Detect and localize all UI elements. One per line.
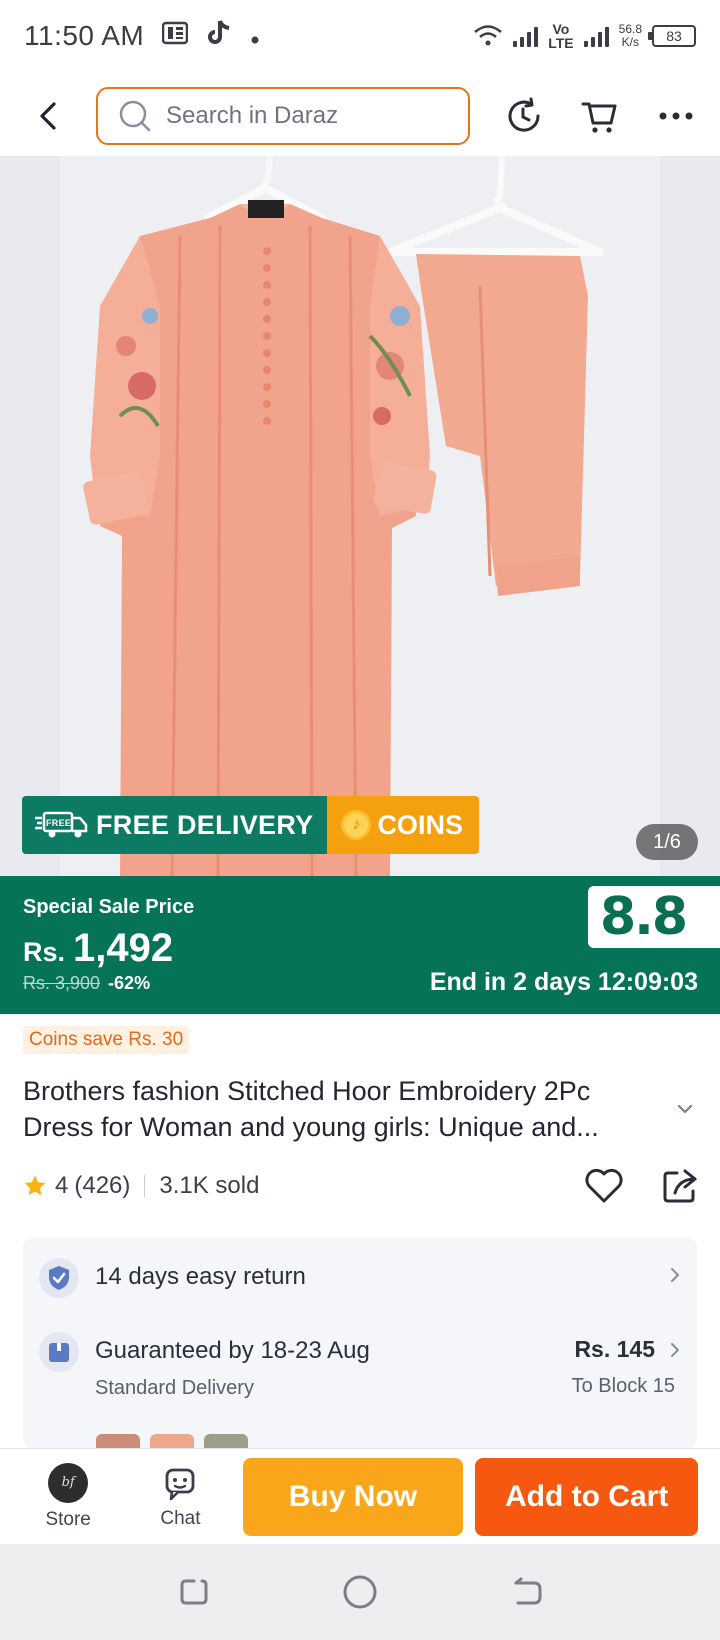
rating-count[interactable]: (426) — [74, 1172, 130, 1200]
buy-now-button[interactable]: Buy Now — [242, 1457, 464, 1536]
cart-button[interactable] — [562, 80, 638, 152]
delivery-type: Standard Delivery — [95, 1377, 254, 1399]
product-photo — [60, 156, 660, 876]
variant-thumbnail[interactable] — [96, 1434, 140, 1448]
volte-indicator: Vo LTE — [548, 21, 574, 51]
product-image-carousel[interactable]: FREE FREE DELIVERY ♪ COINS 1/6 — [0, 156, 720, 876]
history-icon — [508, 97, 540, 132]
expand-title-button[interactable] — [673, 1097, 697, 1121]
system-nav-bar — [0, 1544, 720, 1640]
return-shield-icon — [39, 1258, 79, 1298]
image-counter: 1/6 — [636, 824, 698, 860]
recent-apps-button[interactable] — [163, 1562, 223, 1622]
chat-button[interactable]: Chat — [124, 1464, 236, 1530]
cart-icon — [581, 102, 617, 133]
coins-label: COINS — [377, 809, 463, 840]
price-currency: Rs. — [23, 937, 66, 967]
add-to-cart-button[interactable]: Add to Cart — [475, 1457, 698, 1536]
delivery-box-icon — [39, 1332, 79, 1372]
variant-thumbnails[interactable] — [96, 1434, 248, 1448]
delivery-fee: Rs. 145 — [574, 1336, 655, 1362]
search-input[interactable]: Search in Daraz — [96, 87, 470, 145]
signal-strength-2-icon — [583, 25, 609, 47]
status-time: 11:50 AM — [24, 20, 145, 51]
return-policy-label: 14 days easy return — [95, 1263, 306, 1290]
news-app-icon — [161, 20, 189, 52]
network-speed: 56.8 K/s — [619, 23, 642, 49]
coins-save-tag: Coins save Rs. 30 — [23, 1026, 190, 1054]
coins-badge: ♪ COINS — [327, 796, 479, 854]
price-banner: Special Sale Price Rs. 1,492 Rs. 3,900 -… — [0, 876, 720, 1014]
variant-thumbnail[interactable] — [150, 1434, 194, 1448]
delivery-location: To Block 15 — [571, 1375, 675, 1397]
store-avatar: bf — [48, 1462, 89, 1503]
chevron-left-icon — [40, 102, 56, 130]
notification-dot-icon — [250, 20, 260, 52]
delivery-row[interactable]: Guaranteed by 18-23 Aug Standard Deliver… — [23, 1332, 697, 1400]
back-nav-button[interactable] — [497, 1562, 557, 1622]
more-horizontal-icon — [659, 112, 693, 120]
battery-indicator: 83 — [648, 25, 696, 47]
original-price-row: Rs. 3,900 -62% — [23, 973, 150, 994]
home-circle-icon — [343, 1575, 377, 1609]
free-icon-text: FREE — [46, 818, 71, 828]
chevron-down-icon — [677, 1104, 693, 1114]
sale-countdown: End in 2 days 12:09:03 — [429, 968, 698, 996]
rating-row: 4 (426) 3.1K sold — [23, 1164, 703, 1208]
rating-value[interactable]: 4 — [55, 1172, 68, 1200]
free-delivery-badge: FREE FREE DELIVERY — [22, 796, 328, 854]
network-speed-unit: K/s — [621, 35, 639, 49]
chat-label: Chat — [160, 1507, 201, 1529]
star-icon — [24, 1175, 46, 1196]
bottom-action-bar: bf Store Chat Buy Now Add to Cart — [0, 1448, 720, 1544]
search-placeholder: Search in Daraz — [166, 102, 339, 129]
price-amount: 1,492 — [73, 926, 174, 970]
return-policy-row[interactable]: 14 days easy return — [23, 1258, 697, 1298]
more-options-button[interactable] — [638, 80, 714, 152]
status-bar: 11:50 AM Vo LTE 56.8 K/s 83 — [0, 0, 720, 72]
chevron-right-icon — [671, 1268, 679, 1282]
current-price: Rs. 1,492 — [23, 926, 173, 971]
signal-strength-icon — [513, 25, 539, 47]
sale-label: Special Sale Price — [23, 896, 195, 918]
rating-divider — [144, 1175, 146, 1197]
back-button[interactable] — [0, 80, 96, 152]
share-icon — [663, 1169, 697, 1203]
discount-percent: -62% — [108, 973, 151, 993]
sold-count: 3.1K sold — [159, 1172, 260, 1199]
search-icon — [119, 100, 151, 132]
chat-bot-icon — [166, 1468, 195, 1500]
share-button[interactable] — [657, 1163, 703, 1209]
original-price: Rs. 3,900 — [23, 973, 101, 993]
wifi-icon — [473, 23, 503, 50]
store-label: Store — [45, 1508, 91, 1530]
back-gesture-icon — [514, 1577, 542, 1605]
delivery-truck-icon: FREE — [35, 811, 88, 838]
tiktok-icon — [206, 19, 232, 54]
store-button[interactable]: bf Store — [12, 1462, 124, 1531]
free-delivery-label: FREE DELIVERY — [96, 809, 314, 840]
home-button[interactable] — [330, 1562, 390, 1622]
wishlist-button[interactable] — [581, 1163, 627, 1209]
heart-icon — [585, 1168, 623, 1203]
service-card: 14 days easy return Guaranteed by 18-23 … — [23, 1238, 697, 1448]
product-title-row[interactable]: Brothers fashion Stitched Hoor Embroider… — [23, 1073, 703, 1145]
sale-event-logo: 8.8 — [588, 886, 720, 948]
product-title: Brothers fashion Stitched Hoor Embroider… — [23, 1076, 599, 1142]
variant-thumbnail[interactable] — [204, 1434, 248, 1448]
chevron-right-icon — [671, 1342, 679, 1357]
top-nav: Search in Daraz — [0, 80, 720, 152]
recent-apps-icon — [180, 1579, 208, 1605]
coin-icon: ♪ — [341, 810, 372, 840]
delivery-guarantee: Guaranteed by 18-23 Aug — [95, 1337, 370, 1364]
delivery-coins-badge: FREE FREE DELIVERY ♪ COINS — [22, 796, 479, 854]
recently-viewed-button[interactable] — [486, 80, 562, 152]
